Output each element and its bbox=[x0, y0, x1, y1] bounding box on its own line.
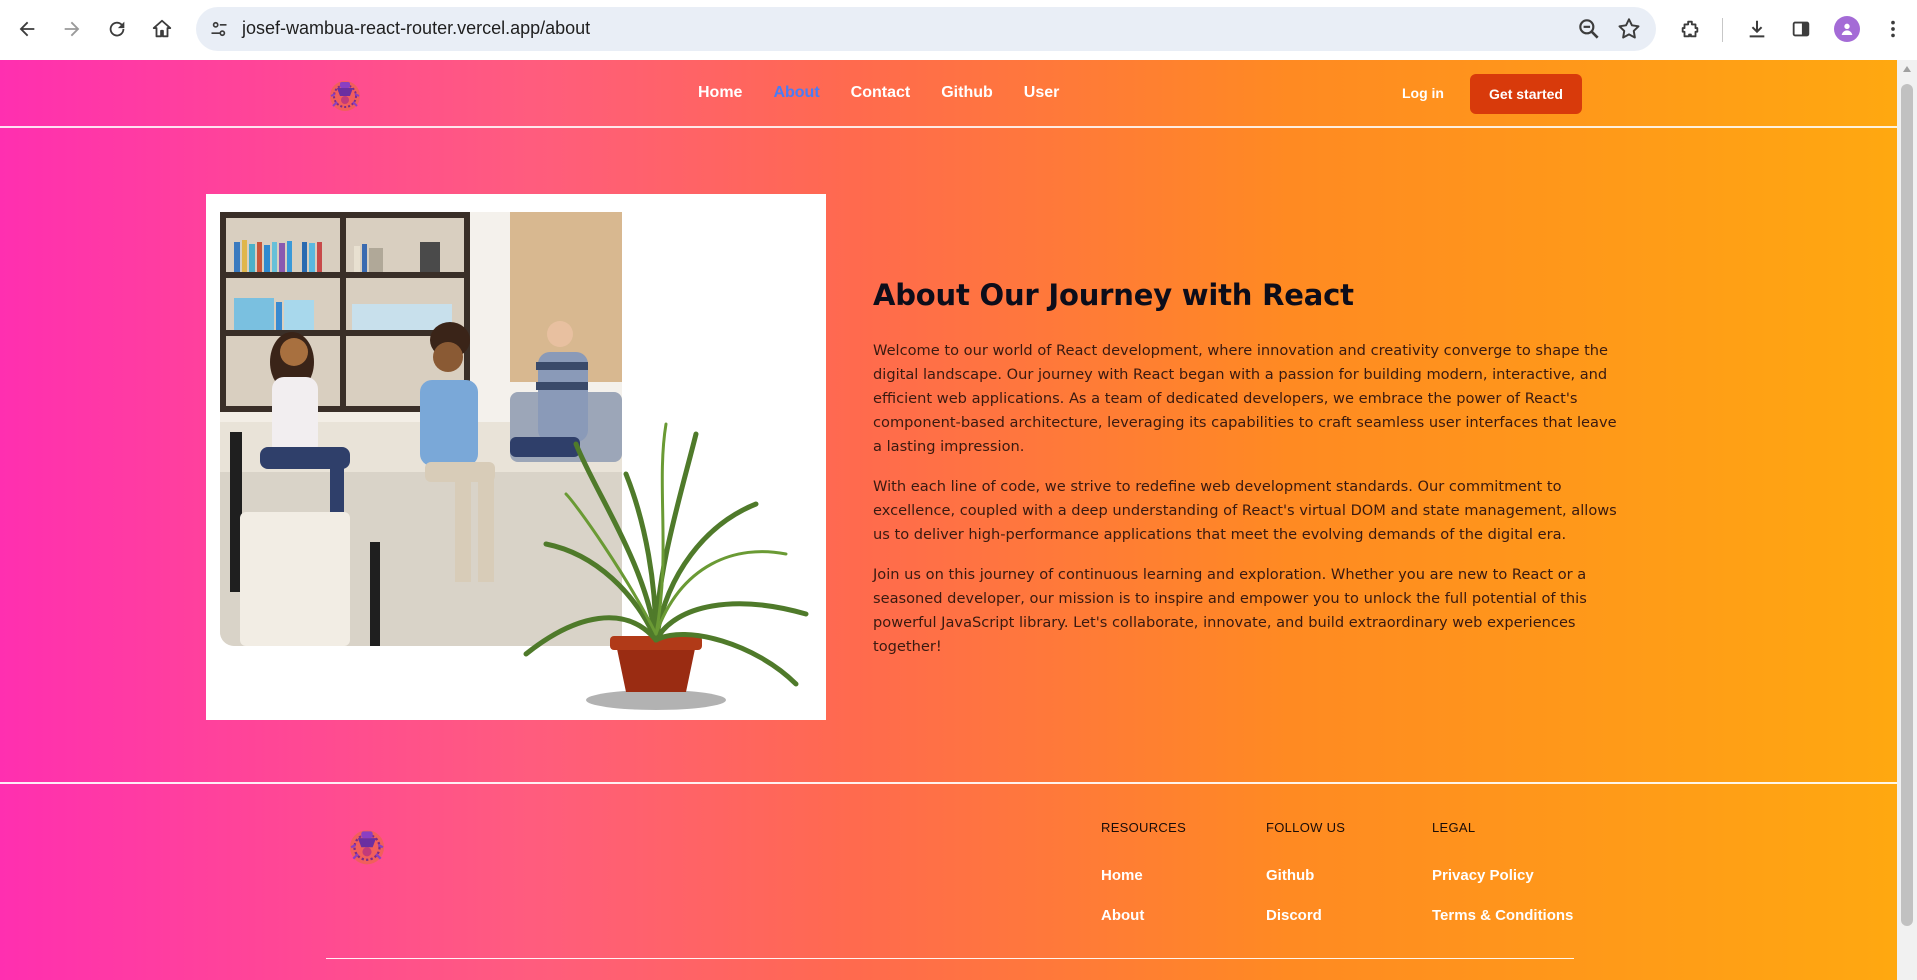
reload-icon[interactable] bbox=[100, 12, 134, 46]
footer-column-resources: RESOURCES Home About bbox=[1101, 820, 1187, 924]
forward-icon[interactable] bbox=[55, 12, 89, 46]
footer-link-github[interactable]: Github bbox=[1266, 867, 1314, 884]
footer-column-follow-us: FOLLOW US Github Discord bbox=[1266, 820, 1346, 924]
footer-heading: LEGAL bbox=[1432, 820, 1476, 835]
footer-link-about[interactable]: About bbox=[1101, 907, 1144, 924]
download-icon[interactable] bbox=[1740, 12, 1774, 46]
potted-plant-image bbox=[523, 422, 809, 710]
home-icon[interactable] bbox=[145, 12, 179, 46]
page-scrollbar[interactable] bbox=[1897, 60, 1917, 980]
site-logo-icon[interactable] bbox=[323, 72, 367, 116]
about-page: Home About Contact Github User Log in Ge… bbox=[0, 60, 1897, 980]
footer-link-terms[interactable]: Terms & Conditions bbox=[1432, 907, 1573, 924]
get-started-button[interactable]: Get started bbox=[1470, 74, 1582, 114]
nav-link-user[interactable]: User bbox=[1024, 84, 1060, 102]
footer-divider-bottom bbox=[326, 958, 1574, 959]
side-panel-icon[interactable] bbox=[1784, 12, 1818, 46]
footer-heading: RESOURCES bbox=[1101, 820, 1187, 835]
back-icon[interactable] bbox=[10, 12, 44, 46]
scrollbar-thumb[interactable] bbox=[1901, 84, 1913, 926]
about-paragraph-1: Welcome to our world of React developmen… bbox=[873, 342, 1617, 455]
extensions-icon[interactable] bbox=[1673, 12, 1707, 46]
footer-divider-top bbox=[0, 782, 1897, 784]
main-nav: Home About Contact Github User bbox=[698, 84, 1090, 102]
browser-toolbar: josef-wambua-react-router.vercel.app/abo… bbox=[0, 0, 1917, 60]
toolbar-divider bbox=[1722, 18, 1723, 42]
about-paragraph-3: Join us on this journey of continuous le… bbox=[873, 566, 1587, 655]
url-text[interactable]: josef-wambua-react-router.vercel.app/abo… bbox=[242, 18, 590, 39]
footer-link-home[interactable]: Home bbox=[1101, 867, 1143, 884]
nav-link-contact[interactable]: Contact bbox=[851, 84, 911, 102]
footer-link-privacy-policy[interactable]: Privacy Policy bbox=[1432, 867, 1534, 884]
footer-heading: FOLLOW US bbox=[1266, 820, 1346, 835]
about-image-frame bbox=[206, 194, 826, 720]
menu-kebab-icon[interactable] bbox=[1876, 12, 1910, 46]
about-paragraph-2: With each line of code, we strive to red… bbox=[873, 478, 1617, 543]
login-link[interactable]: Log in bbox=[1402, 85, 1444, 101]
site-navbar: Home About Contact Github User Log in Ge… bbox=[0, 60, 1897, 128]
footer-link-discord[interactable]: Discord bbox=[1266, 907, 1322, 924]
footer-logo-icon[interactable] bbox=[342, 820, 392, 870]
nav-link-home[interactable]: Home bbox=[698, 84, 742, 102]
bookmark-star-icon[interactable] bbox=[1616, 16, 1642, 42]
about-heading: About Our Journey with React bbox=[873, 278, 1354, 312]
nav-link-github[interactable]: Github bbox=[941, 84, 993, 102]
footer-column-legal: LEGAL Privacy Policy Terms & Conditions bbox=[1432, 820, 1573, 924]
zoom-icon[interactable] bbox=[1576, 16, 1602, 42]
site-info-icon[interactable] bbox=[204, 14, 234, 44]
nav-link-about[interactable]: About bbox=[773, 84, 819, 102]
scroll-up-arrow-icon[interactable] bbox=[1903, 66, 1911, 72]
address-bar[interactable]: josef-wambua-react-router.vercel.app/abo… bbox=[196, 7, 1656, 51]
profile-avatar[interactable] bbox=[1834, 16, 1860, 42]
